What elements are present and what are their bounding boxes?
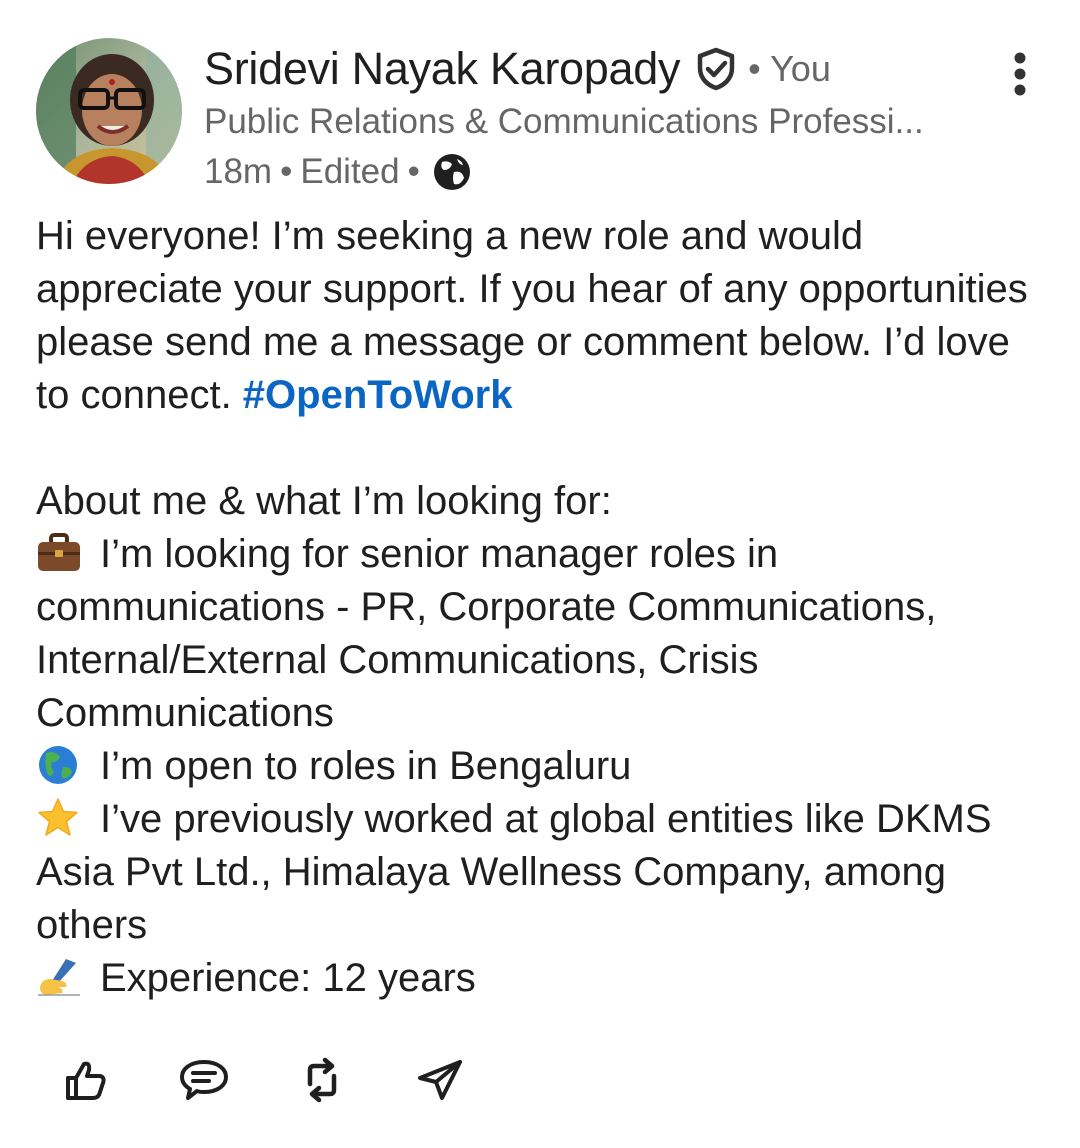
like-icon[interactable] [58, 1052, 114, 1108]
author-name[interactable]: Sridevi Nayak Karopady [204, 43, 680, 95]
hashtag-link[interactable]: #OpenToWork [243, 373, 513, 417]
avatar-photo [36, 38, 182, 184]
globe-icon [432, 152, 472, 192]
post-body: Hi everyone! I’m seeking a new role and … [36, 210, 1046, 1005]
repost-icon[interactable] [294, 1052, 350, 1108]
post-header: Sridevi Nayak Karopady • You Public Rela… [204, 40, 964, 198]
separator-dot: • [407, 152, 420, 191]
post-meta: 18m • Edited • [204, 146, 964, 198]
star-icon [36, 798, 82, 838]
briefcase-icon [36, 533, 82, 573]
post-actions [58, 1052, 530, 1108]
list-item: I’m looking for senior manager roles in … [36, 528, 1046, 740]
post-time: 18m [204, 152, 273, 191]
list-item-text: Experience: 12 years [100, 956, 476, 1000]
globe-americas-icon [36, 745, 82, 785]
author-avatar[interactable] [36, 38, 182, 184]
list-item-text: I’m open to roles in Bengaluru [100, 744, 632, 788]
author-headline: Public Relations & Communications Profes… [204, 102, 924, 141]
verified-shield-icon [694, 47, 738, 91]
post-intro: Hi everyone! I’m seeking a new role and … [36, 210, 1046, 422]
list-item-text: I’m looking for senior manager roles in … [36, 532, 937, 735]
list-item-text: I’ve previously worked at global entitie… [36, 797, 992, 947]
list-item: I’m open to roles in Bengaluru [36, 740, 1046, 793]
separator-dot: • [280, 152, 293, 191]
list-item: I’ve previously worked at global entitie… [36, 793, 1046, 952]
you-badge: • You [748, 48, 831, 89]
send-icon[interactable] [412, 1052, 468, 1108]
more-options-icon[interactable] [1000, 50, 1040, 100]
comment-icon[interactable] [176, 1052, 232, 1108]
writing-hand-icon [36, 957, 82, 997]
list-item: Experience: 12 years [36, 952, 1046, 1005]
edited-label: Edited [300, 152, 400, 191]
about-heading: About me & what I’m looking for: [36, 479, 612, 523]
author-name-row: Sridevi Nayak Karopady • You [204, 40, 964, 98]
intro-text: Hi everyone! I’m seeking a new role and … [36, 214, 1028, 417]
